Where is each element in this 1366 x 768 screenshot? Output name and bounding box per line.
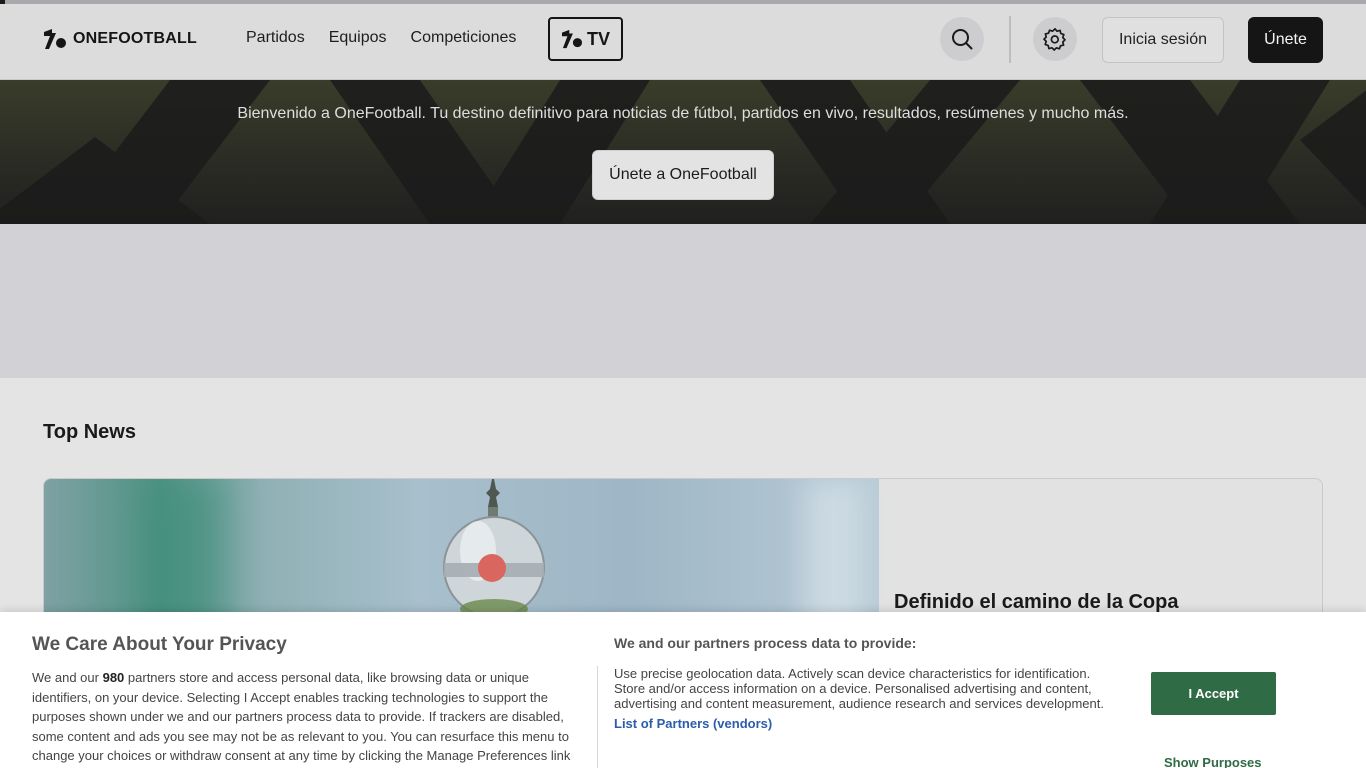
privacy-divider [597, 666, 598, 768]
partner-count: 980 [102, 670, 125, 685]
ad-slot [0, 224, 1366, 378]
privacy-purposes-text: Use precise geolocation data. Actively s… [614, 666, 1104, 711]
privacy-body: We and our 980 partners store and access… [32, 670, 571, 763]
welcome-text: Bienvenido a OneFootball. Tu destino def… [237, 105, 1129, 122]
nav-item-partidos[interactable]: Partidos [246, 28, 305, 48]
gear-icon [1043, 27, 1066, 51]
onefootball-tv-button[interactable]: TV [548, 17, 623, 61]
nav-item-equipos[interactable]: Equipos [329, 28, 387, 48]
privacy-banner: We Care About Your Privacy We and our 98… [0, 612, 1366, 768]
privacy-title: We Care About Your Privacy [32, 634, 287, 655]
settings-button[interactable] [1033, 17, 1077, 61]
join-button[interactable]: Únete [1248, 17, 1323, 63]
nav-item-competiciones[interactable]: Competiciones [411, 28, 517, 48]
search-icon [952, 29, 973, 50]
partners-list-link[interactable]: List of Partners (vendors) [614, 716, 772, 731]
news-headline[interactable]: Definido el camino de la Copa [894, 591, 1314, 614]
show-purposes-link[interactable]: Show Purposes [1164, 755, 1262, 768]
header-divider [1009, 16, 1011, 63]
join-onefootball-button[interactable]: Únete a OneFootball [592, 150, 774, 200]
site-header: ONEFOOTBALL Partidos Equipos Competicion… [0, 4, 1366, 80]
logo-wordmark: ONEFOOTBALL [73, 30, 197, 47]
onefootball-tv-icon [561, 29, 582, 49]
onefootball-logo[interactable]: ONEFOOTBALL [43, 28, 197, 50]
top-news-title: Top News [43, 421, 136, 443]
welcome-hero: Bienvenido a OneFootball. Tu destino def… [0, 80, 1366, 224]
tv-label: TV [586, 28, 610, 49]
main-nav: Partidos Equipos Competiciones [246, 28, 516, 48]
search-button[interactable] [940, 17, 984, 61]
onefootball-logo-icon [44, 29, 66, 49]
accept-button[interactable]: I Accept [1151, 672, 1276, 715]
privacy-purposes-title: We and our partners process data to prov… [614, 635, 917, 651]
login-button[interactable]: Inicia sesión [1102, 17, 1224, 63]
trophy-illustration [443, 479, 545, 619]
